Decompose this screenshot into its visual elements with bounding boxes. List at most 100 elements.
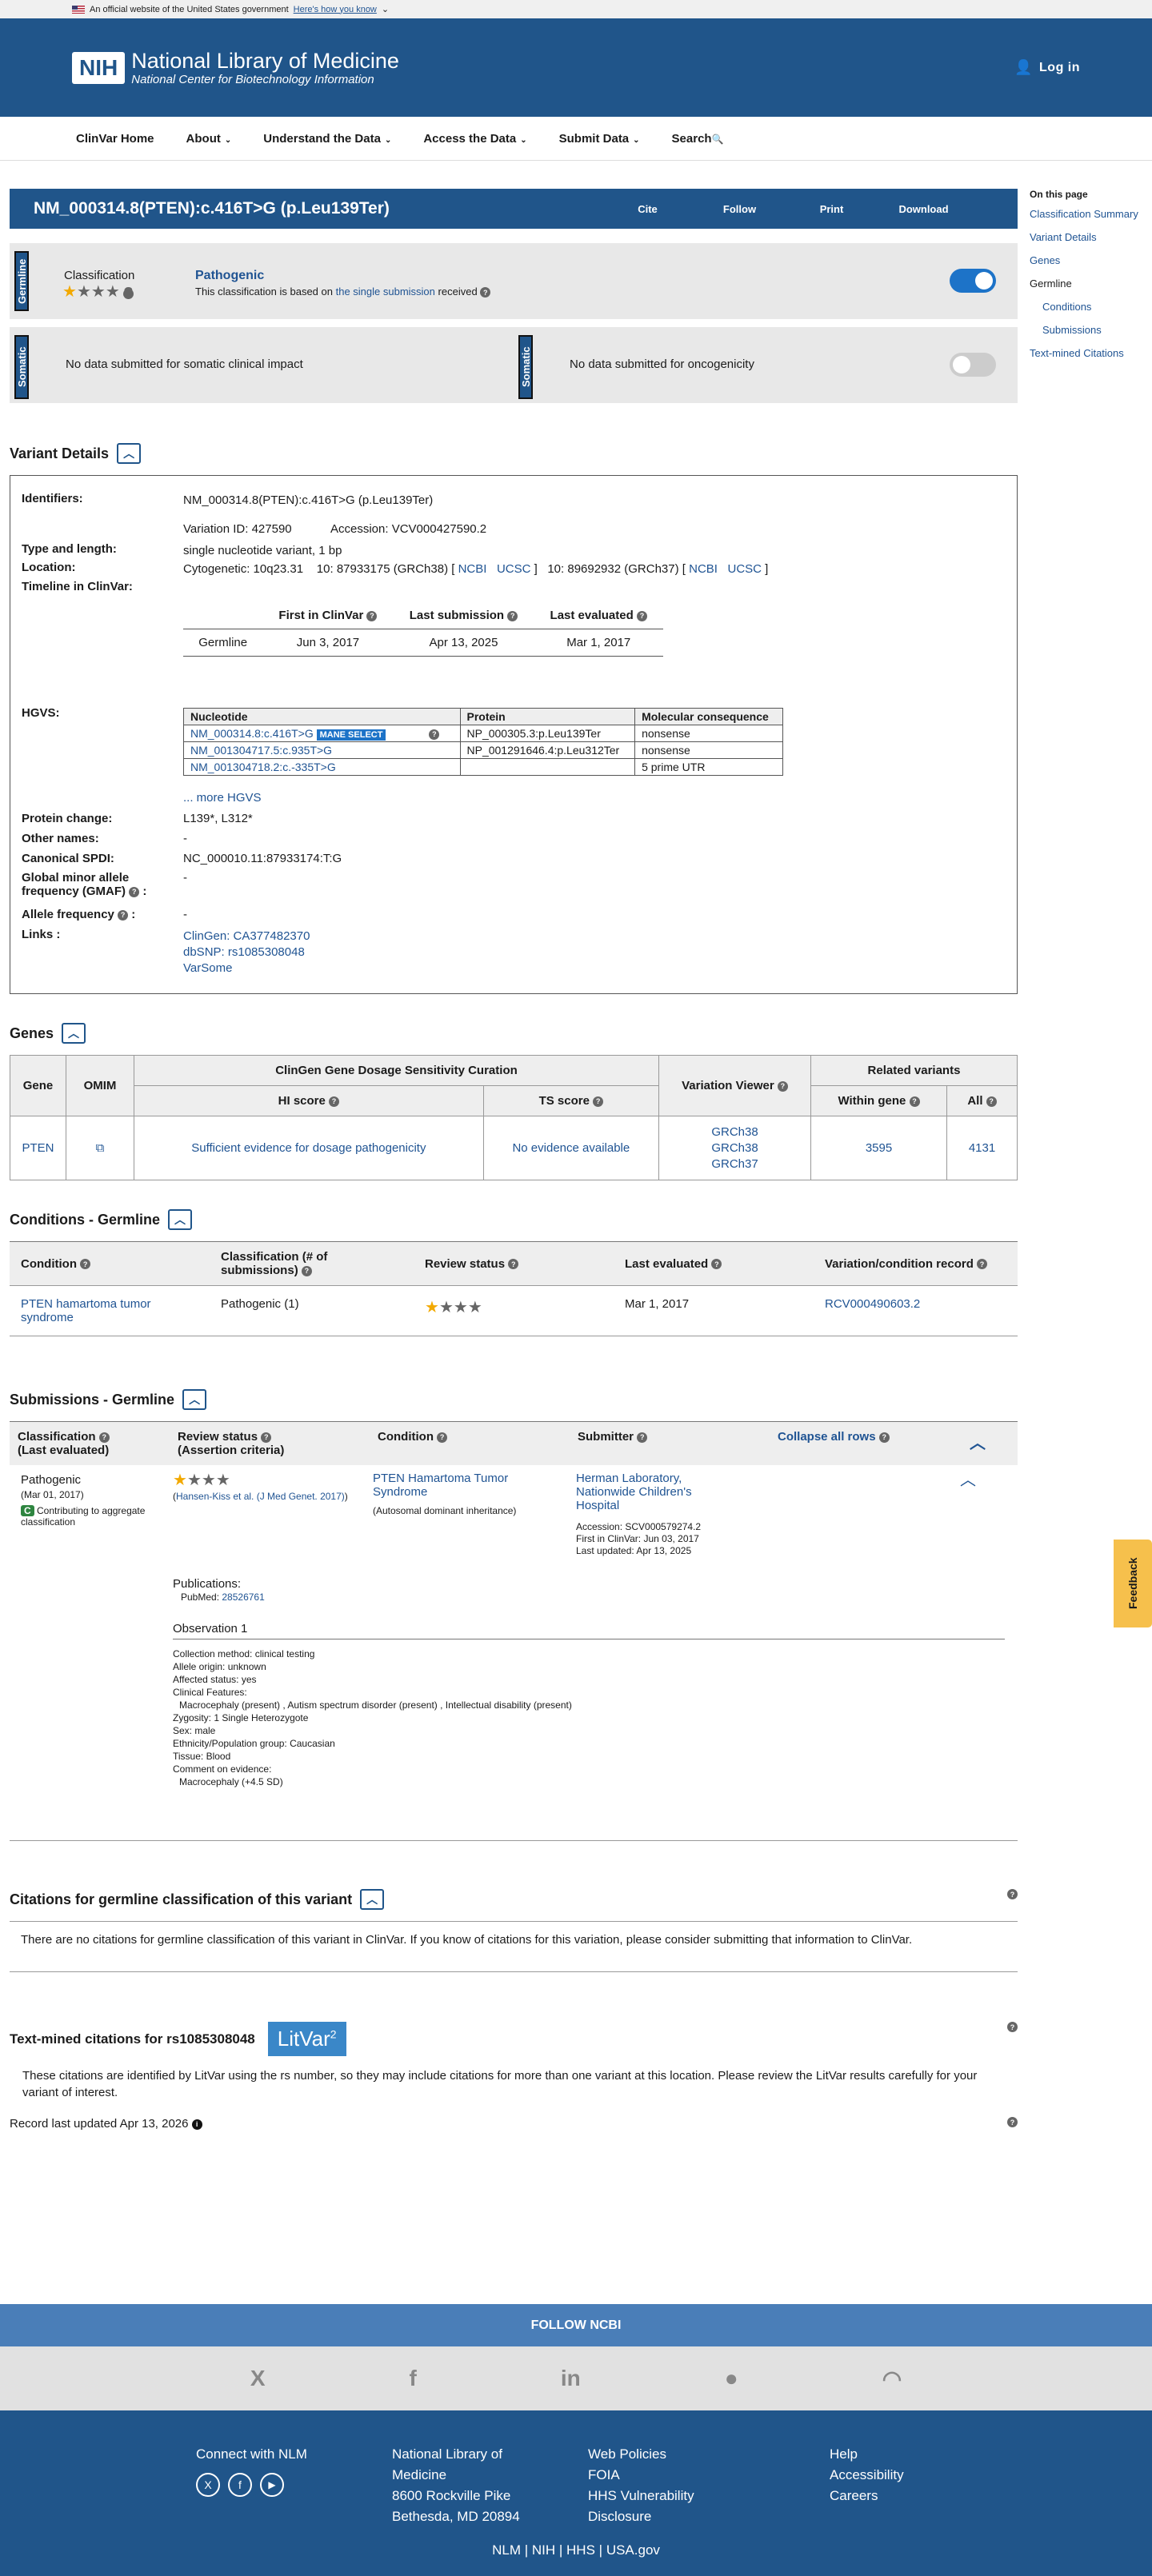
facebook-icon[interactable]: f <box>228 2473 252 2497</box>
hhs-vuln-link[interactable]: HHS Vulnerability <box>588 2486 694 2506</box>
varsome-link[interactable]: VarSome <box>183 961 232 975</box>
viewer-link[interactable]: GRCh38 <box>711 1141 758 1155</box>
dbsnp-link[interactable]: dbSNP: rs1085308048 <box>183 945 305 959</box>
chevron-up-icon[interactable]: ︿ <box>960 1467 976 1490</box>
collapse-button[interactable]: ︿ <box>360 1889 385 1910</box>
help-icon[interactable]: ? <box>977 1259 988 1270</box>
ucsc-link[interactable]: UCSC <box>497 562 531 576</box>
more-hgvs-link[interactable]: ... more HGVS <box>183 791 262 805</box>
sub-condition-link[interactable]: PTEN Hamartoma Tumor Syndrome <box>373 1472 549 1499</box>
help-icon[interactable]: ? <box>637 1432 648 1443</box>
help-icon[interactable]: ? <box>909 1096 920 1107</box>
help-icon[interactable]: ? <box>508 1259 519 1270</box>
x-icon[interactable]: X <box>196 2473 220 2497</box>
toc-genes[interactable]: Genes <box>1030 254 1060 266</box>
within-gene-link[interactable]: 3595 <box>866 1141 892 1155</box>
help-icon[interactable]: ? <box>878 1432 890 1443</box>
litvar-logo[interactable]: LitVar2 <box>267 2022 346 2056</box>
pubmed-link[interactable]: 28526761 <box>222 1592 264 1603</box>
hgvs-nucleotide-link[interactable]: NM_000314.8:c.416T>G <box>190 727 314 740</box>
help-icon[interactable]: ? <box>261 1432 272 1443</box>
help-icon[interactable]: ? <box>480 287 491 298</box>
help-icon[interactable]: ? <box>80 1259 91 1270</box>
collapse-button[interactable]: ︿ <box>62 1023 86 1044</box>
viewer-link[interactable]: GRCh37 <box>711 1157 758 1171</box>
ucsc-link[interactable]: UCSC <box>727 562 762 576</box>
help-icon[interactable]: ? <box>711 1259 722 1270</box>
feedback-button[interactable]: Feedback <box>1114 1540 1152 1627</box>
accessibility-link[interactable]: Accessibility <box>830 2465 904 2486</box>
rss-icon[interactable]: ◠ <box>882 2366 902 2392</box>
toc-text-mined-citations[interactable]: Text-mined Citations <box>1030 347 1124 359</box>
help-icon[interactable]: ? <box>777 1080 788 1092</box>
cite-button[interactable]: Cite <box>602 203 694 215</box>
ncbi-link[interactable]: NCBI <box>689 562 718 576</box>
chevron-up-icon[interactable]: ︿ <box>970 1430 986 1453</box>
nav-search[interactable]: Search🔍 <box>672 132 724 146</box>
help-icon[interactable]: ? <box>593 1096 604 1107</box>
help-icon[interactable]: ? <box>366 610 378 621</box>
youtube-icon[interactable]: ▶ <box>260 2473 284 2497</box>
hgvs-nucleotide-link[interactable]: NM_001304717.5:c.935T>G <box>190 744 332 757</box>
careers-link[interactable]: Careers <box>830 2486 904 2506</box>
hhs-link[interactable]: HHS <box>566 2542 595 2558</box>
gene-link[interactable]: PTEN <box>22 1141 54 1155</box>
web-policies-link[interactable]: Web Policies <box>588 2444 694 2465</box>
usagov-link[interactable]: USA.gov <box>606 2542 660 2558</box>
x-icon[interactable]: X <box>250 2366 266 2391</box>
help-icon[interactable]: ? <box>1007 2117 1018 2127</box>
hgvs-nucleotide-link[interactable]: NM_001304718.2:c.-335T>G <box>190 761 336 773</box>
nlm-logo[interactable]: NIH National Library of Medicine National… <box>72 49 399 86</box>
germline-toggle[interactable] <box>950 269 996 293</box>
condition-link[interactable]: PTEN hamartoma tumor syndrome <box>21 1297 151 1324</box>
nav-understand[interactable]: Understand the Data ⌄ <box>263 132 391 146</box>
github-icon[interactable]: ● <box>725 2366 738 2391</box>
submitter-link[interactable]: Herman Laboratory, Nationwide Children's… <box>576 1472 728 1512</box>
help-icon[interactable]: ? <box>1007 1889 1018 1899</box>
collapse-button[interactable]: ︿ <box>168 1209 193 1230</box>
help-icon[interactable]: ? <box>986 1096 997 1107</box>
collapse-button[interactable]: ︿ <box>117 443 142 464</box>
toc-classification-summary[interactable]: Classification Summary <box>1030 208 1138 220</box>
ncbi-link[interactable]: NCBI <box>458 562 487 576</box>
single-submission-link[interactable]: the single submission <box>336 286 435 298</box>
hhs-vuln-link-2[interactable]: Disclosure <box>588 2506 694 2527</box>
hi-score-link[interactable]: Sufficient evidence for dosage pathogeni… <box>191 1141 426 1155</box>
collapse-all-rows[interactable]: Collapse all rows ? ︿ <box>770 1421 1018 1465</box>
help-icon[interactable]: ? <box>129 886 140 897</box>
help-icon[interactable]: ? <box>122 285 134 302</box>
nav-about[interactable]: About ⌄ <box>186 132 232 146</box>
info-icon[interactable]: i <box>191 2119 202 2130</box>
facebook-icon[interactable]: f <box>410 2366 417 2391</box>
external-link-icon[interactable]: ⧉ <box>96 1141 105 1155</box>
somatic-toggle[interactable] <box>950 353 996 377</box>
viewer-link[interactable]: GRCh38 <box>711 1125 758 1139</box>
help-icon[interactable]: ? <box>301 1265 312 1276</box>
nav-access[interactable]: Access the Data ⌄ <box>423 132 526 146</box>
clingen-link[interactable]: ClinGen: CA377482370 <box>183 929 310 943</box>
help-link[interactable]: Help <box>830 2444 904 2465</box>
nlm-link[interactable]: NLM <box>492 2542 521 2558</box>
login-button[interactable]: 👤 Log in <box>1014 59 1080 76</box>
assertion-criteria-link[interactable]: Hansen-Kiss et al. (J Med Genet. 2017) <box>176 1491 345 1502</box>
help-icon[interactable]: ? <box>437 1432 448 1443</box>
follow-button[interactable]: Follow <box>694 203 786 215</box>
rcv-link[interactable]: RCV000490603.2 <box>825 1297 920 1311</box>
help-icon[interactable]: ? <box>98 1432 110 1443</box>
nav-clinvar-home[interactable]: ClinVar Home <box>76 132 154 146</box>
foia-link[interactable]: FOIA <box>588 2465 694 2486</box>
download-button[interactable]: Download <box>878 203 970 215</box>
help-icon[interactable]: ? <box>507 610 518 621</box>
help-icon[interactable]: ? <box>118 909 129 921</box>
toc-conditions[interactable]: Conditions <box>1042 301 1091 313</box>
print-button[interactable]: Print <box>786 203 878 215</box>
help-icon[interactable]: ? <box>429 729 440 740</box>
help-icon[interactable]: ? <box>1007 2022 1018 2032</box>
help-icon[interactable]: ? <box>636 610 647 621</box>
toc-variant-details[interactable]: Variant Details <box>1030 231 1097 243</box>
toc-submissions[interactable]: Submissions <box>1042 324 1102 336</box>
collapse-button[interactable]: ︿ <box>182 1389 207 1410</box>
ts-score-link[interactable]: No evidence available <box>512 1141 630 1155</box>
help-icon[interactable]: ? <box>329 1096 340 1107</box>
all-variants-link[interactable]: 4131 <box>969 1141 995 1155</box>
